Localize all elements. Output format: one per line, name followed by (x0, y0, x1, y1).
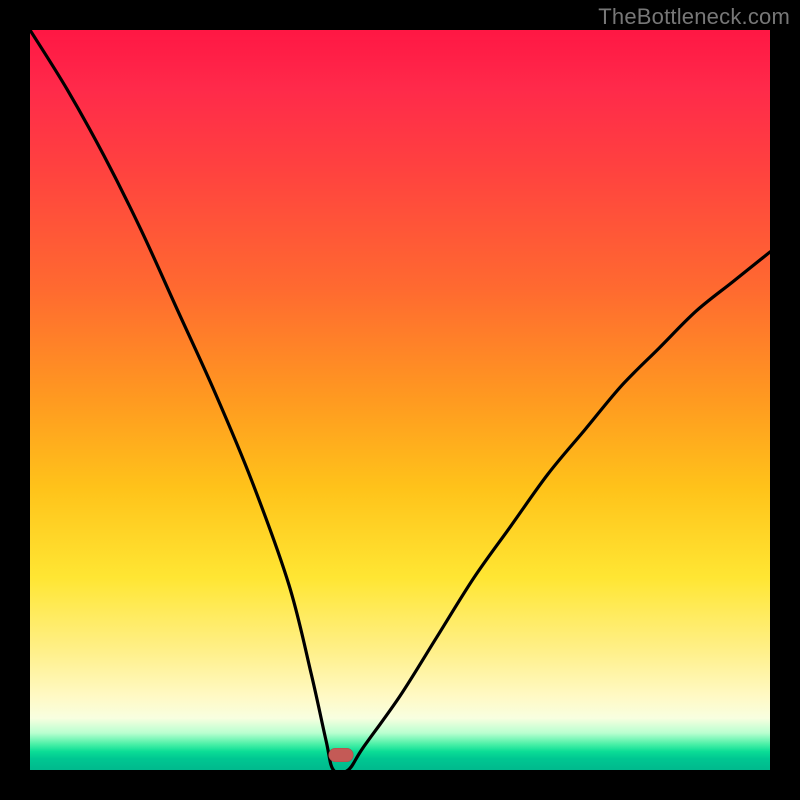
chart-plot-area (30, 30, 770, 770)
chart-frame: TheBottleneck.com (0, 0, 800, 800)
bottleneck-curve-line (30, 30, 770, 770)
watermark-text: TheBottleneck.com (598, 4, 790, 30)
optimal-point-marker (328, 748, 353, 762)
chart-svg (30, 30, 770, 770)
